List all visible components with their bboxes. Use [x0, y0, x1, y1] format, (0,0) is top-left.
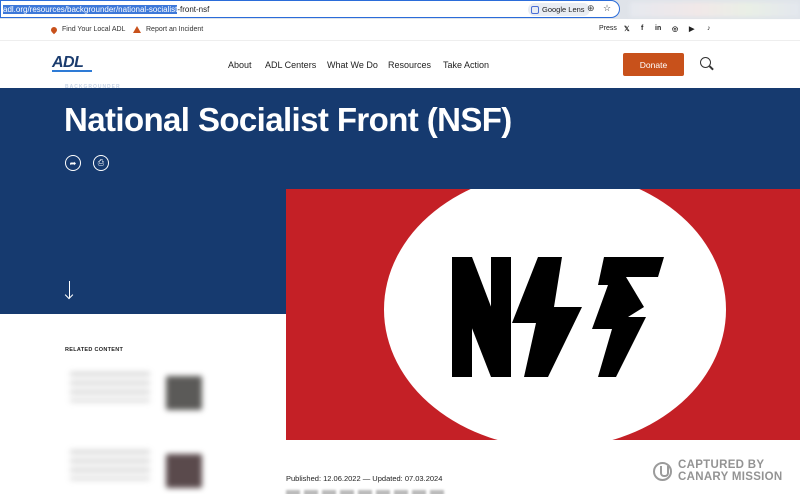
blurred-meta-line — [286, 490, 446, 494]
instagram-icon[interactable]: ◎ — [672, 25, 678, 33]
google-lens-label: Google Lens — [542, 5, 585, 14]
related-card[interactable] — [66, 362, 208, 422]
share-icon: ➦ — [69, 158, 77, 168]
canary-mission-watermark: CAPTURED BY CANARY MISSION — [653, 459, 783, 483]
warning-icon — [133, 26, 141, 33]
browser-toolbar: adl.org/resources/backgrounder/national-… — [0, 0, 800, 19]
utility-bar: Find Your Local ADL Report an Incident P… — [0, 20, 800, 40]
facebook-icon[interactable]: f — [641, 25, 643, 32]
bookmark-star-icon[interactable]: ☆ — [603, 3, 611, 14]
related-card-thumb — [166, 376, 202, 410]
press-link[interactable]: Press — [599, 25, 617, 32]
page: adl.org/resources/backgrounder/national-… — [0, 0, 800, 494]
related-card-text — [70, 450, 150, 480]
nsf-flag-image — [286, 189, 800, 440]
nsf-letters — [452, 257, 664, 377]
donate-button[interactable]: Donate — [623, 53, 684, 76]
published-date: Published: 12.06.2022 — Updated: 07.03.2… — [286, 474, 443, 483]
nav-what-we-do[interactable]: What We Do — [327, 60, 378, 70]
zoom-icon[interactable]: ⊕ — [587, 3, 595, 14]
nav-about[interactable]: About — [228, 60, 252, 70]
url-rest-text: -front-nsf — [177, 5, 210, 14]
canary-logo-icon — [653, 461, 672, 481]
watermark-line-2: CANARY MISSION — [678, 471, 783, 483]
print-icon: ⎙ — [97, 158, 105, 167]
share-button[interactable]: ➦ — [65, 155, 81, 171]
url-text[interactable]: adl.org/resources/backgrounder/national-… — [3, 4, 209, 15]
page-title: National Socialist Front (NSF) — [64, 101, 512, 138]
related-card-text — [70, 372, 150, 402]
search-icon[interactable] — [700, 57, 711, 68]
letter-f — [592, 257, 664, 377]
blurred-toolbar-area — [630, 2, 800, 17]
nav-adl-centers[interactable]: ADL Centers — [265, 60, 316, 70]
related-content-heading: RELATED CONTENT — [65, 347, 124, 353]
main-nav: ADL About ADL Centers What We Do Resourc… — [0, 40, 800, 88]
google-lens-button[interactable]: Google Lens — [528, 3, 590, 16]
url-selected-text: adl.org/resources/backgrounder/national-… — [3, 5, 178, 14]
related-card[interactable] — [66, 440, 208, 494]
youtube-icon[interactable]: ▶ — [689, 25, 694, 33]
address-bar[interactable]: adl.org/resources/backgrounder/national-… — [0, 0, 620, 18]
logo-underline — [52, 70, 92, 72]
tiktok-icon[interactable]: ♪ — [707, 25, 711, 32]
nav-resources[interactable]: Resources — [388, 60, 431, 70]
linkedin-icon[interactable]: in — [655, 25, 661, 32]
find-local-label: Find Your Local ADL — [62, 26, 126, 33]
nav-take-action[interactable]: Take Action — [443, 60, 489, 70]
report-incident-link[interactable]: Report an Incident — [133, 26, 203, 33]
eyebrow-label: BACKGROUNDER — [65, 84, 121, 90]
location-pin-icon — [49, 25, 59, 34]
print-button[interactable]: ⎙ — [93, 155, 109, 171]
x-icon[interactable]: 𝕏 — [624, 25, 630, 33]
report-incident-label: Report an Incident — [146, 26, 204, 33]
watermark-line-1: CAPTURED BY — [678, 459, 765, 471]
scroll-down-arrow-icon[interactable] — [64, 281, 76, 301]
related-card-thumb — [166, 454, 202, 488]
find-local-link[interactable]: Find Your Local ADL — [49, 25, 126, 34]
letter-s — [512, 257, 582, 377]
lens-icon — [531, 5, 539, 14]
